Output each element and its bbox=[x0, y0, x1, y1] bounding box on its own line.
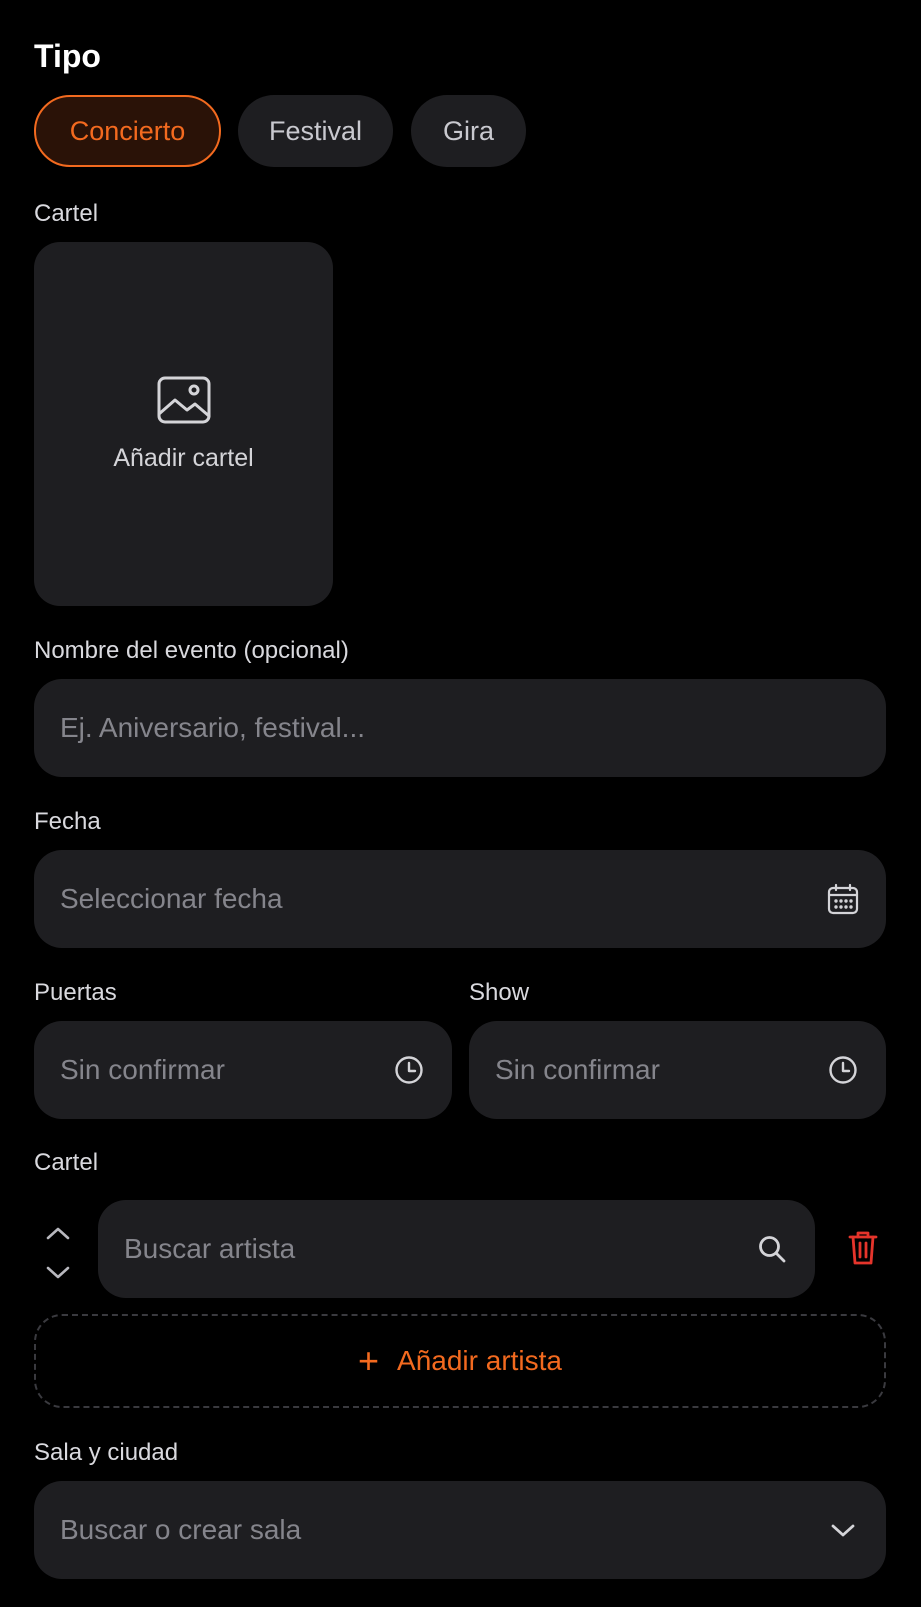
calendar-icon[interactable] bbox=[826, 882, 860, 916]
chip-festival[interactable]: Festival bbox=[238, 95, 393, 167]
show-label: Show bbox=[469, 979, 530, 1006]
chevron-up-icon[interactable] bbox=[46, 1227, 70, 1240]
event-name-field[interactable] bbox=[34, 679, 886, 777]
chip-concierto[interactable]: Concierto bbox=[34, 95, 221, 167]
clock-icon[interactable] bbox=[826, 1053, 860, 1087]
trash-icon[interactable] bbox=[848, 1230, 886, 1270]
venue-label: Sala y ciudad bbox=[34, 1439, 179, 1466]
search-icon[interactable] bbox=[755, 1232, 789, 1266]
venue-select[interactable] bbox=[34, 1481, 886, 1579]
date-label: Fecha bbox=[34, 808, 101, 835]
artist-search-input[interactable] bbox=[124, 1233, 755, 1265]
doors-label: Puertas bbox=[34, 979, 117, 1006]
type-section-title: Tipo bbox=[34, 38, 101, 74]
poster-upload[interactable]: Añadir cartel bbox=[34, 242, 333, 606]
clock-icon[interactable] bbox=[392, 1053, 426, 1087]
chevron-down-icon[interactable] bbox=[46, 1266, 70, 1279]
date-field[interactable] bbox=[34, 850, 886, 948]
add-artist-label: Añadir artista bbox=[397, 1345, 562, 1376]
show-field[interactable] bbox=[469, 1021, 886, 1119]
reorder-handle[interactable] bbox=[40, 1218, 76, 1288]
add-artist-button[interactable]: + Añadir artista bbox=[34, 1314, 886, 1408]
lineup-label: Cartel bbox=[34, 1149, 99, 1176]
chevron-down-icon[interactable] bbox=[826, 1513, 860, 1547]
poster-add-text: Añadir cartel bbox=[113, 443, 254, 472]
event-name-input[interactable] bbox=[60, 712, 860, 744]
event-name-label: Nombre del evento (opcional) bbox=[34, 637, 349, 664]
date-input[interactable] bbox=[60, 883, 826, 915]
doors-field[interactable] bbox=[34, 1021, 452, 1119]
poster-label: Cartel bbox=[34, 200, 99, 227]
doors-input[interactable] bbox=[60, 1054, 392, 1086]
chip-gira[interactable]: Gira bbox=[411, 95, 526, 167]
plus-icon: + bbox=[358, 1340, 380, 1381]
image-icon bbox=[157, 376, 210, 423]
venue-input[interactable] bbox=[60, 1514, 826, 1546]
artist-search-field[interactable] bbox=[98, 1200, 815, 1298]
show-input[interactable] bbox=[495, 1054, 826, 1086]
